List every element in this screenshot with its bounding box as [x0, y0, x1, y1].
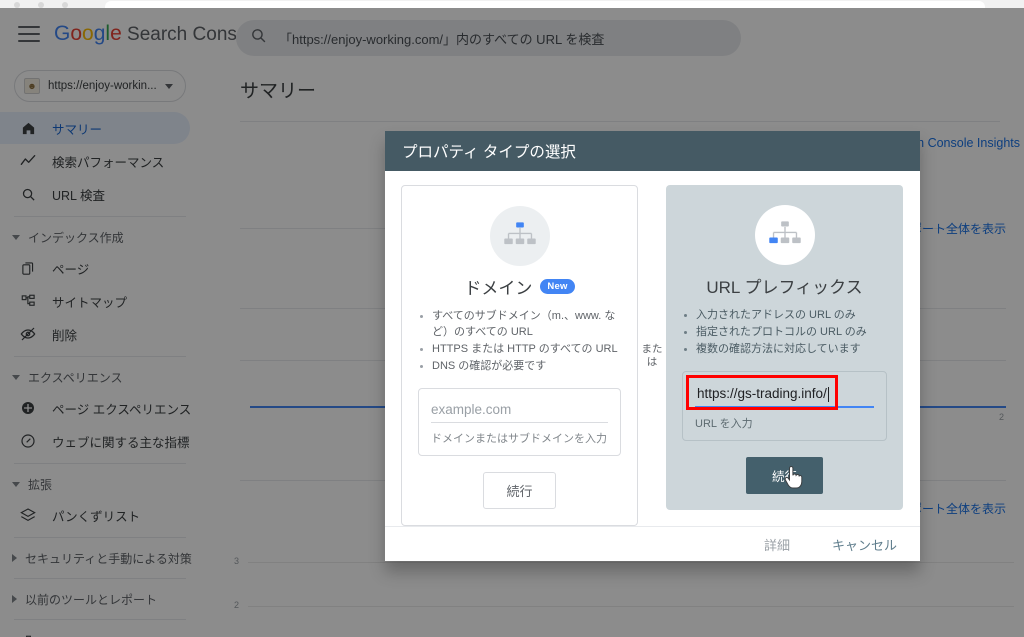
screen-root: Google Search Console 「https://enjoy-wor… [0, 0, 1024, 637]
domain-input[interactable] [431, 400, 608, 424]
new-badge: New [540, 279, 575, 295]
browser-chrome-strip [0, 0, 1024, 8]
url-prefix-input[interactable] [695, 383, 874, 409]
or-separator-label: または [641, 342, 663, 368]
text-caret [828, 387, 829, 403]
dialog-footer: 詳細 キャンセル [385, 526, 920, 561]
url-prefix-input-wrap [686, 375, 874, 411]
url-prefix-input-group: URL を入力 [682, 371, 887, 442]
sitemap-domain-icon [489, 206, 550, 267]
bullet-item: 複数の確認方法に対応しています [682, 342, 887, 358]
url-prefix-input-hint: URL を入力 [695, 418, 753, 431]
bullet-item: すべてのサブドメイン（m.、www. など）のすべての URL [418, 309, 621, 341]
details-button[interactable]: 詳細 [758, 534, 796, 555]
cancel-button[interactable]: キャンセル [826, 534, 903, 555]
bullet-item: DNS の確認が必要です [418, 359, 621, 375]
bullet-item: 指定されたプロトコルの URL のみ [682, 325, 887, 341]
domain-card-title-text: ドメイン [464, 279, 533, 299]
domain-card-title: ドメイン New [464, 274, 575, 299]
url-prefix-continue-button[interactable]: 続行 [745, 457, 823, 495]
url-prefix-card-title: URL プレフィックス [706, 278, 863, 298]
bullet-item: HTTPS または HTTP のすべての URL [418, 342, 621, 358]
domain-input-hint: ドメインまたはサブドメインを入力 [431, 433, 607, 446]
url-prefix-card-bullets: 入力されたアドレスの URL のみ 指定されたプロトコルの URL のみ 複数の… [682, 308, 887, 359]
bullet-item: 入力されたアドレスの URL のみ [682, 308, 887, 324]
domain-property-card[interactable]: ドメイン New すべてのサブドメイン（m.、www. など）のすべての URL… [401, 185, 638, 527]
property-type-dialog: プロパティ タイプの選択 ドメイン New すべてのサブドメイン（m.、www.… [385, 131, 920, 561]
domain-continue-button[interactable]: 続行 [483, 472, 556, 510]
domain-input-group: ドメインまたはサブドメインを入力 [418, 388, 621, 457]
browser-omnibox[interactable] [105, 1, 985, 8]
dialog-title: プロパティ タイプの選択 [402, 144, 576, 162]
domain-card-bullets: すべてのサブドメイン（m.、www. など）のすべての URL HTTPS また… [418, 309, 621, 376]
dialog-body: ドメイン New すべてのサブドメイン（m.、www. など）のすべての URL… [385, 171, 920, 527]
sitemap-prefix-icon [754, 205, 815, 266]
url-prefix-property-card[interactable]: URL プレフィックス 入力されたアドレスの URL のみ 指定されたプロトコル… [666, 185, 903, 511]
dialog-header: プロパティ タイプの選択 [385, 131, 920, 172]
